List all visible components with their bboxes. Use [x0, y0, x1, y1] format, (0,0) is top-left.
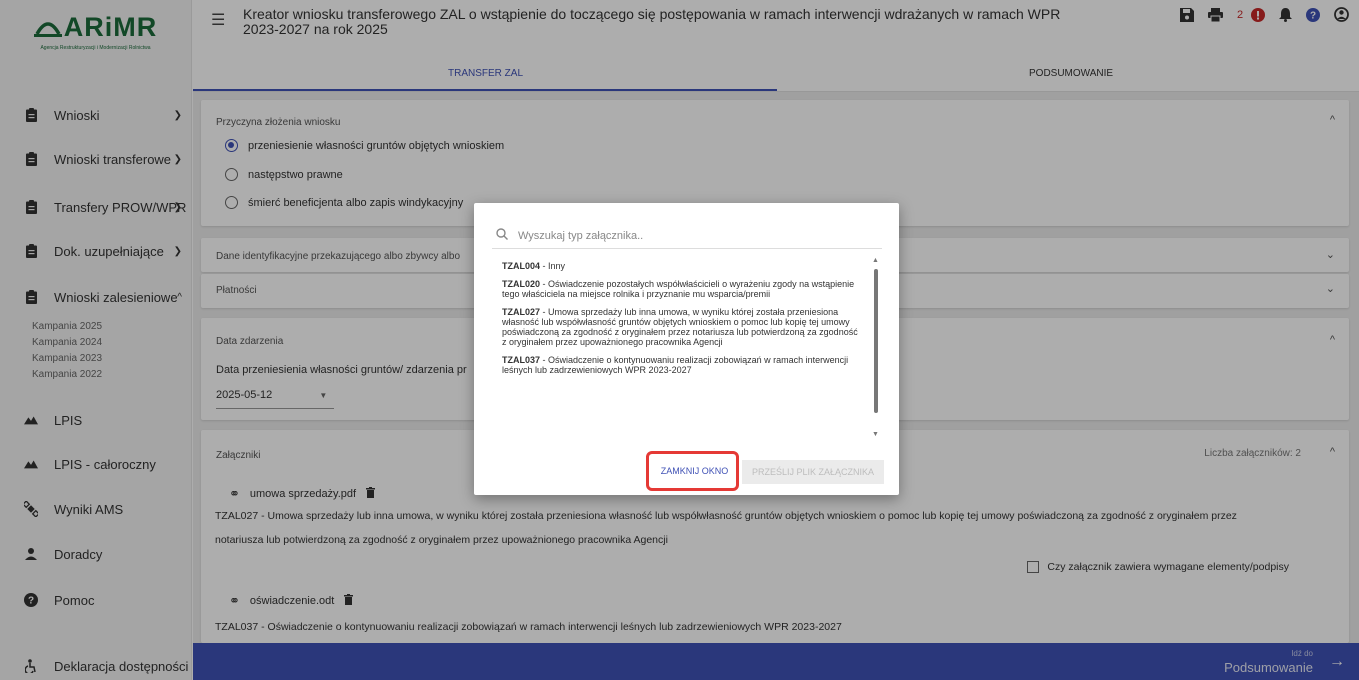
scrollbar-thumb[interactable] — [874, 269, 878, 413]
list-item[interactable]: TZAL037 - Oświadczenie o kontynuowaniu r… — [502, 355, 864, 375]
option-code: TZAL037 — [502, 355, 541, 365]
list-item[interactable]: TZAL027 - Umowa sprzedaży lub inna umowa… — [502, 307, 864, 347]
list-item[interactable]: TZAL020 - Oświadczenie pozostałych współ… — [502, 279, 864, 299]
list-item[interactable]: TZAL004 - Inny — [502, 261, 864, 271]
option-code: TZAL004 — [502, 261, 541, 271]
option-text: - Inny — [540, 261, 566, 271]
option-code: TZAL027 — [502, 307, 541, 317]
scroll-up-icon[interactable]: ▲ — [872, 257, 879, 264]
search-icon — [496, 228, 508, 243]
option-text: - Umowa sprzedaży lub inna umowa, w wyni… — [502, 307, 858, 347]
close-dialog-button[interactable]: ZAMKNIJ OKNO — [655, 460, 734, 482]
attachment-type-list: TZAL004 - Inny TZAL020 - Oświadczenie po… — [502, 261, 864, 441]
attachment-type-dialog: Wyszukaj typ załącznika.. TZAL004 - Inny… — [474, 203, 899, 495]
option-text: - Oświadczenie o kontynuowaniu realizacj… — [502, 355, 849, 375]
send-attachment-button[interactable]: PRZEŚLIJ PLIK ZAŁĄCZNIKA — [742, 460, 884, 484]
option-code: TZAL020 — [502, 279, 541, 289]
scroll-down-icon[interactable]: ▼ — [872, 431, 879, 438]
search-input[interactable]: Wyszukaj typ załącznika.. — [518, 230, 643, 242]
attachment-search[interactable]: Wyszukaj typ załącznika.. — [492, 223, 882, 249]
option-text: - Oświadczenie pozostałych współwłaścici… — [502, 279, 855, 299]
